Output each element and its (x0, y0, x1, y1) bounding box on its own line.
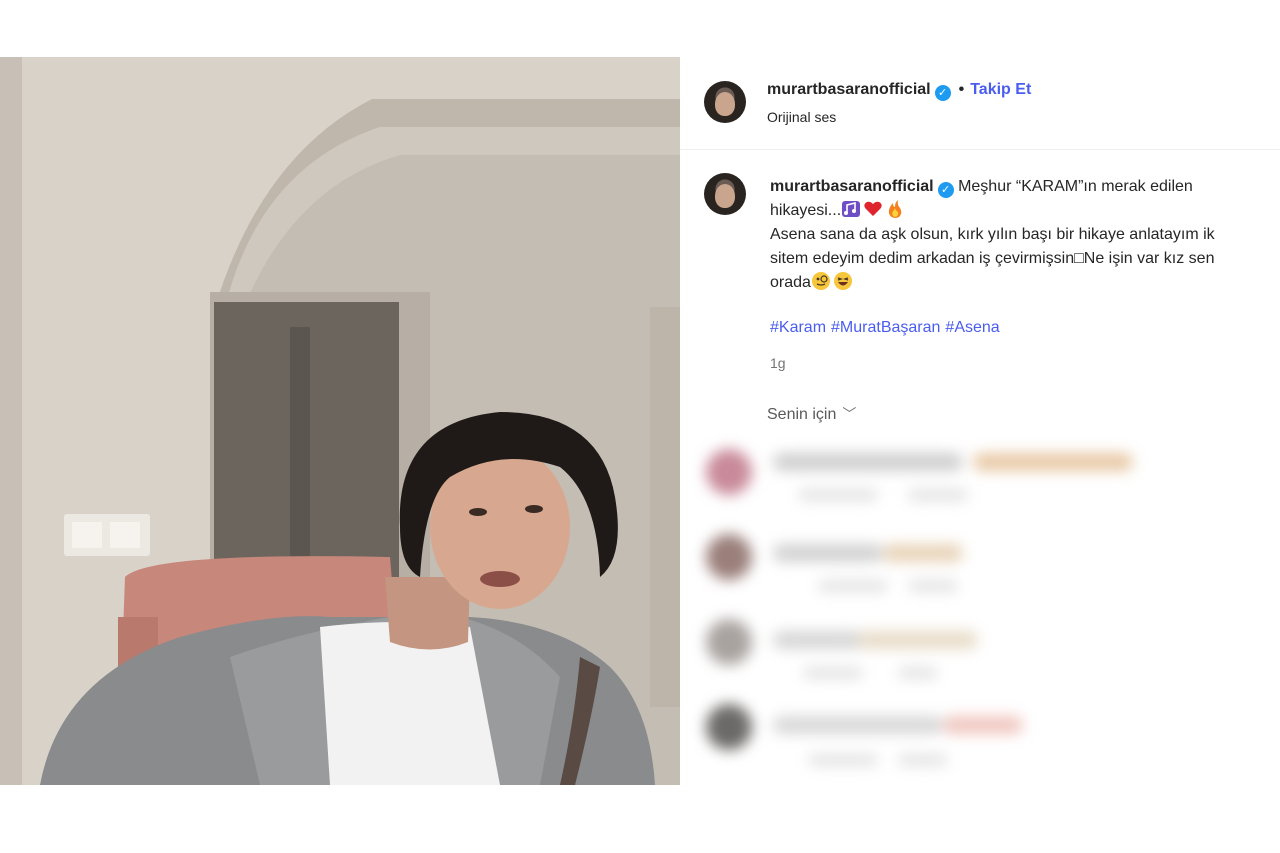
author-line: murartbasaranofficial ✓ • Takip Et (767, 81, 1031, 101)
caption-line-4: sitem edeyim dedim arkadan iş çevirmişsi… (770, 250, 1215, 267)
caption-line-5: orada (770, 274, 811, 291)
caption-line-2: hikayesi... (770, 202, 842, 219)
verified-badge-icon: ✓ (934, 85, 951, 101)
caption-line-1: Meşhur “KARAM”ın merak edilen (958, 178, 1193, 195)
caption-line-3: Asena sana da aşk olsun, kırk yılın başı… (770, 226, 1215, 243)
comment-item (698, 524, 1278, 604)
post-time[interactable]: 1g (770, 355, 786, 371)
comment-item (698, 694, 1278, 774)
post-sidebar: murartbasaranofficial ✓ • Takip Et Orijinal… (680, 57, 1280, 785)
comments-sort-label: Senin için (767, 406, 837, 423)
hashtag-link[interactable]: #MuratBaşaran (831, 319, 940, 336)
commenter-avatar (706, 534, 752, 580)
hashtag-list: #Karam #MuratBaşaran #Asena (770, 319, 1005, 337)
follow-button[interactable]: Takip Et (970, 81, 1031, 98)
video-frame (0, 57, 680, 785)
comments-list-blurred (680, 429, 1280, 785)
red-heart-emoji-icon (864, 201, 882, 216)
post-header: murartbasaranofficial ✓ • Takip Et Orijinal… (680, 57, 1280, 150)
monocle-face-emoji-icon (811, 272, 830, 290)
chevron-down-icon: ﹀ (842, 406, 857, 422)
music-notes-emoji-icon (842, 201, 861, 217)
fire-emoji-icon (889, 200, 902, 218)
comments-sort-dropdown[interactable]: Senin için ﹀ (767, 404, 856, 424)
post-caption: murartbasaranofficial ✓ Meşhur “KARAM”ın … (770, 175, 1280, 295)
hashtag-link[interactable]: #Karam (770, 319, 826, 336)
comment-item (698, 609, 1278, 689)
separator-dot: • (958, 81, 965, 98)
commenter-avatar (706, 619, 752, 665)
verified-badge-icon: ✓ (937, 182, 954, 198)
caption-username[interactable]: murartbasaranofficial (770, 178, 934, 195)
post-media-video[interactable] (0, 57, 680, 785)
author-username[interactable]: murartbasaranofficial (767, 81, 931, 98)
commenter-avatar (706, 449, 752, 495)
caption-author-avatar[interactable] (704, 173, 746, 215)
comment-item (698, 439, 1278, 519)
audio-label[interactable]: Orijinal ses (767, 109, 836, 125)
laughing-face-emoji-icon (833, 272, 852, 290)
author-avatar[interactable] (704, 81, 746, 123)
commenter-avatar (706, 704, 752, 750)
hashtag-link[interactable]: #Asena (945, 319, 999, 336)
